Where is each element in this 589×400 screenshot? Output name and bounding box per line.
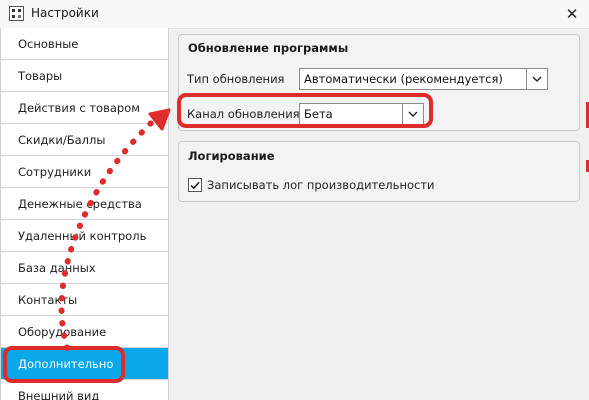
- sidebar-item-vneshniy-vid[interactable]: Внешний вид: [1, 380, 168, 400]
- sidebar-item-label: База данных: [18, 261, 96, 275]
- sidebar-item-tovary[interactable]: Товары: [1, 60, 168, 92]
- sidebar-item-baza[interactable]: База данных: [1, 252, 168, 284]
- logging-group: Логирование Записывать лог производитель…: [178, 141, 580, 202]
- sidebar-item-kontakty[interactable]: Контакты: [1, 284, 168, 316]
- close-icon[interactable]: ✕: [561, 3, 583, 25]
- perf-log-checkbox[interactable]: [188, 178, 202, 192]
- channel-highlight-box: [177, 93, 433, 128]
- settings-window: Настройки ✕ Основные Товары Действия с т…: [0, 0, 589, 400]
- update-type-select[interactable]: Автоматически (рекомендуется): [299, 68, 548, 90]
- update-type-value: Автоматически (рекомендуется): [304, 72, 503, 86]
- sidebar-highlight-box: [3, 346, 125, 383]
- title-bar: Настройки ✕: [0, 0, 589, 29]
- sidebar-item-label: Оборудование: [18, 325, 107, 339]
- sidebar-item-deystviya[interactable]: Действия с товаром: [1, 92, 168, 124]
- sidebar-item-label: Внешний вид: [18, 389, 100, 400]
- sidebar-item-label: Контакты: [18, 293, 78, 307]
- update-group-title: Обновление программы: [188, 41, 349, 55]
- sidebar-item-udalenny[interactable]: Удаленный контроль: [1, 220, 168, 252]
- sidebar-item-label: Действия с товаром: [18, 101, 140, 115]
- settings-sidebar: Основные Товары Действия с товаром Скидк…: [0, 28, 169, 400]
- update-type-label: Тип обновления: [187, 72, 285, 86]
- checkmark-icon: [190, 181, 200, 189]
- sidebar-item-label: Сотрудники: [18, 165, 92, 179]
- sidebar-item-oborudovanie[interactable]: Оборудование: [1, 316, 168, 348]
- perf-log-label: Записывать лог производительности: [207, 178, 435, 192]
- logging-group-title: Логирование: [188, 149, 275, 163]
- sidebar-item-osnovnye[interactable]: Основные: [1, 28, 168, 60]
- sidebar-item-label: Скидки/Баллы: [18, 133, 106, 147]
- app-icon: [9, 6, 24, 21]
- update-type-dropdown[interactable]: [526, 69, 547, 89]
- sidebar-item-label: Основные: [18, 37, 79, 51]
- window-title: Настройки: [31, 6, 99, 20]
- chevron-down-icon: [532, 76, 542, 82]
- sidebar-item-dengi[interactable]: Денежные средства: [1, 188, 168, 220]
- sidebar-item-label: Денежные средства: [18, 197, 142, 211]
- sidebar-item-label: Товары: [18, 69, 63, 83]
- sidebar-item-sotrudniki[interactable]: Сотрудники: [1, 156, 168, 188]
- sidebar-item-label: Удаленный контроль: [18, 229, 147, 243]
- sidebar-item-skidki[interactable]: Скидки/Баллы: [1, 124, 168, 156]
